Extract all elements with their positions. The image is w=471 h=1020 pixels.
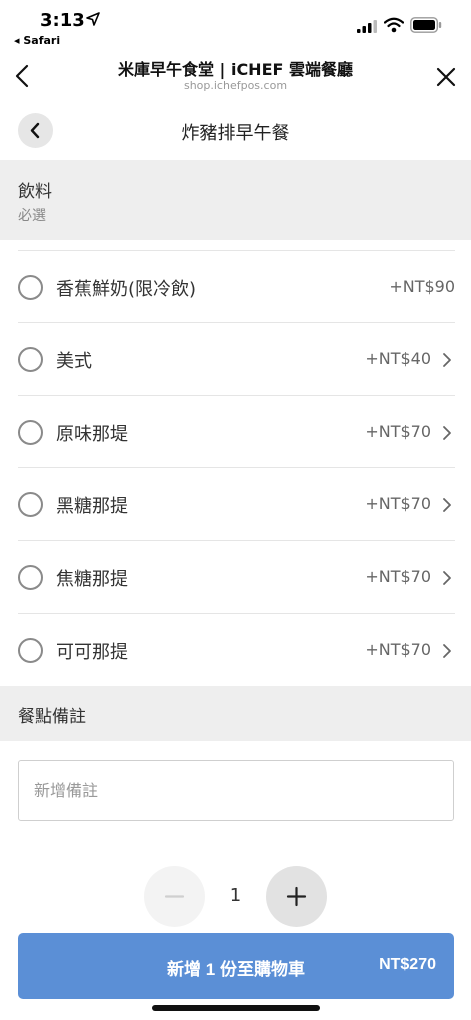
battery-icon bbox=[410, 17, 442, 33]
section-title: 飲料 bbox=[18, 182, 52, 202]
option-price: +NT$70 bbox=[365, 494, 431, 513]
wifi-icon bbox=[384, 17, 404, 33]
home-indicator bbox=[152, 1005, 320, 1011]
browser-url: shop.ichefpos.com bbox=[183, 79, 288, 92]
back-to-app-link[interactable]: ◂ Safari bbox=[14, 34, 60, 47]
section-required-label: 必選 bbox=[18, 208, 46, 224]
chevron-right-icon[interactable] bbox=[442, 497, 452, 513]
radio-button[interactable] bbox=[18, 565, 43, 590]
quantity-value: 1 bbox=[229, 885, 242, 906]
cart-total-price: NT$270 bbox=[379, 956, 436, 973]
option-row[interactable]: 原味那堤 +NT$70 bbox=[18, 395, 455, 468]
option-name: 可可那提 bbox=[56, 642, 128, 663]
cellular-signal-icon bbox=[357, 20, 377, 33]
minus-icon bbox=[164, 895, 185, 898]
option-price: +NT$70 bbox=[365, 640, 431, 659]
option-name: 美式 bbox=[56, 351, 92, 372]
page-header: 炸豬排早午餐 bbox=[0, 105, 471, 160]
note-section-header: 餐點備註 bbox=[0, 686, 471, 741]
option-row[interactable]: 焦糖那提 +NT$70 bbox=[18, 540, 455, 613]
radio-button[interactable] bbox=[18, 638, 43, 663]
radio-button[interactable] bbox=[18, 492, 43, 517]
section-title: 餐點備註 bbox=[18, 707, 86, 727]
status-time: 3:13 bbox=[40, 10, 85, 31]
status-bar: 3:13 ◂ Safari bbox=[0, 0, 471, 48]
browser-header: 米庫早午食堂 | iCHEF 雲端餐廳 shop.ichefpos.com bbox=[0, 48, 471, 100]
option-price: +NT$70 bbox=[365, 567, 431, 586]
option-price: +NT$90 bbox=[389, 277, 455, 296]
chevron-right-icon[interactable] bbox=[442, 643, 452, 659]
option-price: +NT$70 bbox=[365, 422, 431, 441]
radio-button[interactable] bbox=[18, 347, 43, 372]
chevron-right-icon[interactable] bbox=[442, 352, 452, 368]
browser-page-title: 米庫早午食堂 | iCHEF 雲端餐廳 bbox=[117, 60, 354, 79]
quantity-increase-button[interactable] bbox=[266, 866, 327, 927]
close-icon[interactable] bbox=[435, 66, 457, 88]
plus-icon bbox=[286, 886, 307, 907]
add-to-cart-button[interactable]: 新增 1 份至購物車 NT$270 bbox=[18, 933, 454, 999]
chevron-right-icon[interactable] bbox=[442, 570, 452, 586]
option-name: 黑糖那提 bbox=[56, 496, 128, 517]
option-price: +NT$40 bbox=[365, 349, 431, 368]
drink-section-header: 飲料 必選 bbox=[0, 160, 471, 240]
quantity-decrease-button[interactable] bbox=[144, 866, 205, 927]
option-name: 香蕉鮮奶(限冷飲) bbox=[56, 279, 197, 300]
option-name: 原味那堤 bbox=[56, 424, 128, 445]
page-title: 炸豬排早午餐 bbox=[181, 123, 290, 144]
option-row[interactable]: 香蕉鮮奶(限冷飲) +NT$90 bbox=[18, 250, 455, 323]
option-name: 焦糖那提 bbox=[56, 569, 128, 590]
option-row[interactable]: 可可那提 +NT$70 bbox=[18, 613, 455, 686]
option-row[interactable]: 美式 +NT$40 bbox=[18, 322, 455, 395]
option-row[interactable]: 黑糖那提 +NT$70 bbox=[18, 467, 455, 540]
radio-button[interactable] bbox=[18, 420, 43, 445]
back-button[interactable] bbox=[18, 113, 53, 148]
chevron-left-icon[interactable] bbox=[12, 64, 34, 88]
radio-button[interactable] bbox=[18, 275, 43, 300]
chevron-left-icon bbox=[30, 122, 40, 139]
remark-input[interactable] bbox=[18, 760, 454, 821]
chevron-right-icon[interactable] bbox=[442, 425, 452, 441]
location-arrow-icon bbox=[86, 12, 100, 26]
